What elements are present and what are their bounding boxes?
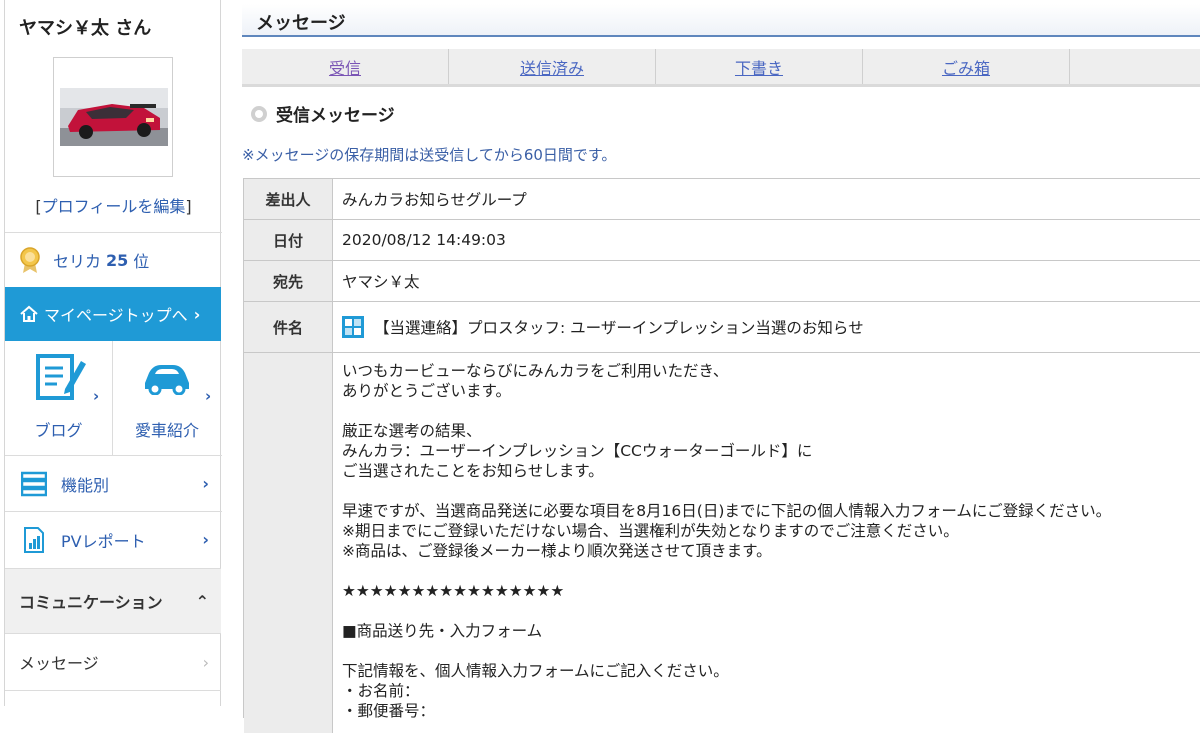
chevron-right-icon: ›	[202, 474, 209, 493]
body-line: ※期日までにご登録いただけない場合、当選権利が失効となりますのでご注意ください。	[342, 522, 959, 540]
communication-section-toggle[interactable]: コミュニケーション ⌃	[5, 568, 221, 634]
car-intro-tile[interactable]: › 愛車紹介	[113, 341, 221, 455]
rank-display[interactable]: セリカ 25 位	[19, 247, 149, 273]
body-line: いつもカービューならびにみんカラをご利用いただき、	[342, 362, 729, 380]
sidebar-item-features[interactable]: 機能別 ›	[5, 456, 221, 511]
mypage-top-label: マイページトップへ	[44, 306, 188, 325]
page-header: メッセージ	[242, 4, 1200, 37]
sidebar-item-message[interactable]: メッセージ ›	[5, 634, 221, 691]
body-line	[342, 481, 1111, 501]
subject-cell: 【当選連絡】プロスタッフ: ユーザーインプレッション当選のお知らせ	[342, 302, 864, 352]
body-line: ・お名前：	[342, 682, 420, 700]
tab-inbox[interactable]: 受信	[242, 49, 449, 84]
tab-sent[interactable]: 送信済み	[449, 49, 656, 84]
minkara-logo-icon	[342, 316, 364, 338]
sender-label: 差出人	[244, 179, 333, 219]
section-title: 受信メッセージ	[250, 101, 395, 126]
profile-edit: [プロフィールを編集]	[5, 193, 222, 217]
chevron-right-icon: ›	[93, 387, 100, 405]
mypage-top-button[interactable]: マイページトップへ ›	[5, 287, 221, 341]
profile-edit-link[interactable]: プロフィールを編集	[42, 197, 186, 216]
blog-tile[interactable]: › ブログ	[5, 341, 113, 455]
message-body: いつもカービューならびにみんカラをご利用いただき、 ありがとうございます。 厳正…	[342, 361, 1111, 721]
chevron-right-icon: ›	[202, 530, 209, 549]
body-line	[342, 641, 1111, 661]
message-tabs: 受信 送信済み 下書き ごみ箱	[242, 49, 1200, 87]
retention-notice: ※メッセージの保存期間は送受信してから60日間です。	[242, 146, 617, 164]
home-icon	[20, 305, 38, 322]
table-row: 件名 【当選連絡】プロスタッフ: ユーザーインプレッション当選のお知らせ	[244, 302, 1200, 353]
message-detail-table: 差出人 みんカラお知らせグループ 日付 2020/08/12 14:49:03 …	[243, 178, 1200, 733]
tab-trash[interactable]: ごみ箱	[863, 49, 1070, 84]
report-chart-icon	[24, 526, 44, 553]
subject-value: 【当選連絡】プロスタッフ: ユーザーインプレッション当選のお知らせ	[374, 319, 864, 337]
divider	[5, 232, 222, 233]
blog-label: ブログ	[34, 421, 83, 440]
body-line: 下記情報を、個人情報入力フォームにご記入ください。	[342, 662, 729, 680]
subject-label: 件名	[244, 302, 333, 352]
sidebar-item-pv-report[interactable]: PVレポート ›	[5, 512, 221, 567]
chevron-right-icon: ›	[205, 387, 212, 405]
user-name: ヤマシ￥太 さん	[19, 18, 152, 39]
car-intro-label: 愛車紹介	[134, 421, 199, 440]
chevron-right-icon: ›	[202, 652, 209, 672]
body-line	[342, 561, 1111, 581]
tab-drafts[interactable]: 下書き	[656, 49, 863, 84]
circle-bullet-icon	[251, 105, 267, 122]
medal-icon	[20, 247, 40, 273]
body-line: ありがとうございます。	[342, 382, 511, 400]
car-icon	[145, 365, 189, 395]
rank-car-name: セリカ	[53, 252, 102, 271]
table-row: 宛先 ヤマシ￥太	[244, 261, 1200, 302]
table-row: いつもカービューならびにみんカラをご利用いただき、 ありがとうございます。 厳正…	[244, 353, 1200, 733]
body-line	[342, 601, 1111, 621]
sidebar: ヤマシ￥太 さん [プロフィールを編集] セリカ 25 位 マイページトップへ …	[4, 0, 222, 706]
profile-edit-bracket-close: ]	[185, 197, 192, 216]
chevron-up-icon: ⌃	[195, 591, 209, 611]
rank-unit: 位	[133, 252, 150, 271]
body-line: ご当選されたことをお知らせします。	[342, 462, 604, 480]
section-title-text: 受信メッセージ	[276, 106, 395, 126]
car-photo	[60, 88, 168, 146]
rank-value: 25	[106, 250, 129, 270]
table-row: 差出人 みんカラお知らせグループ	[244, 179, 1200, 220]
body-label-cell	[244, 353, 333, 733]
sidebar-item-label: PVレポート	[61, 531, 146, 551]
recipient-value: ヤマシ￥太	[342, 273, 420, 291]
body-line: 厳正な選考の結果、	[342, 422, 482, 440]
body-line: 早速ですが、当選商品発送に必要な項目を8月16日(日)までに下記の個人情報入力フ…	[342, 502, 1112, 520]
body-line: ・郵便番号：	[342, 702, 436, 720]
chevron-right-icon: ›	[193, 304, 201, 324]
recipient-label: 宛先	[244, 261, 333, 301]
body-line: みんカラ：ユーザーインプレッション【CCウォーターゴールド】に	[342, 442, 813, 460]
sender-value: みんカラお知らせグループ	[342, 191, 527, 209]
blog-icon	[36, 354, 86, 400]
communication-label: コミュニケーション	[19, 593, 163, 612]
list-icon	[21, 471, 47, 496]
body-line: ■商品送り先・入力フォーム	[342, 622, 543, 640]
sidebar-item-label: メッセージ	[19, 654, 99, 673]
body-line	[342, 401, 1111, 421]
table-row: 日付 2020/08/12 14:49:03	[244, 220, 1200, 261]
avatar[interactable]	[53, 57, 173, 177]
page-title: メッセージ	[256, 13, 346, 34]
date-value: 2020/08/12 14:49:03	[342, 231, 506, 249]
date-label: 日付	[244, 220, 333, 260]
sidebar-item-label: 機能別	[61, 475, 110, 495]
body-line: ※商品は、ご登録後メーカー様より順次発送させて頂きます。	[342, 542, 772, 560]
body-line: ★★★★★★★★★★★★★★★★	[342, 582, 565, 600]
